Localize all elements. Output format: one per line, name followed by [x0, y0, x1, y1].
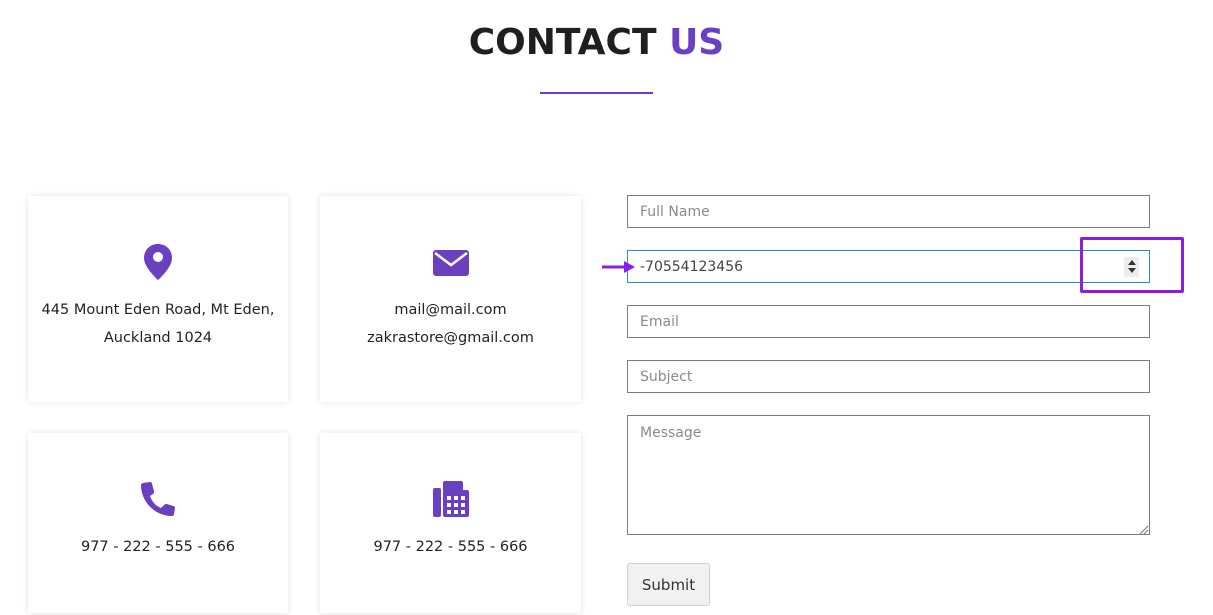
fax-card: 977 - 222 - 555 - 666	[320, 433, 581, 613]
annotation-arrow-icon	[602, 259, 636, 278]
fax-icon	[432, 481, 469, 517]
subject-input[interactable]	[627, 360, 1150, 393]
phone-icon	[140, 481, 176, 517]
fax-number: 977 - 222 - 555 - 666	[373, 539, 528, 555]
mail-line-1: mail@mail.com	[394, 302, 507, 318]
address-line-2: Auckland 1024	[103, 330, 213, 346]
address-card: 445 Mount Eden Road, Mt Eden, Auckland 1…	[28, 196, 288, 402]
page-title: CONTACT US	[0, 22, 1193, 63]
message-textarea[interactable]	[627, 415, 1150, 535]
phone-number-input[interactable]	[627, 250, 1150, 283]
address-line-1: 445 Mount Eden Road, Mt Eden,	[41, 302, 275, 318]
annotation-highlight-box	[1080, 237, 1184, 293]
map-pin-icon	[144, 244, 172, 280]
phone-number: 977 - 222 - 555 - 666	[80, 539, 236, 555]
full-name-input[interactable]	[627, 195, 1150, 228]
mail-card: mail@mail.com zakrastore@gmail.com	[320, 196, 581, 402]
page-title-accent: US	[669, 22, 725, 63]
submit-button[interactable]: Submit	[627, 563, 710, 606]
resize-handle-icon[interactable]	[1138, 520, 1149, 535]
phone-card: 977 - 222 - 555 - 666	[28, 433, 288, 613]
email-input[interactable]	[627, 305, 1150, 338]
title-underline	[540, 92, 653, 94]
mail-line-2: zakrastore@gmail.com	[367, 330, 534, 346]
page-title-main: CONTACT	[468, 22, 657, 63]
envelope-icon	[432, 250, 469, 276]
